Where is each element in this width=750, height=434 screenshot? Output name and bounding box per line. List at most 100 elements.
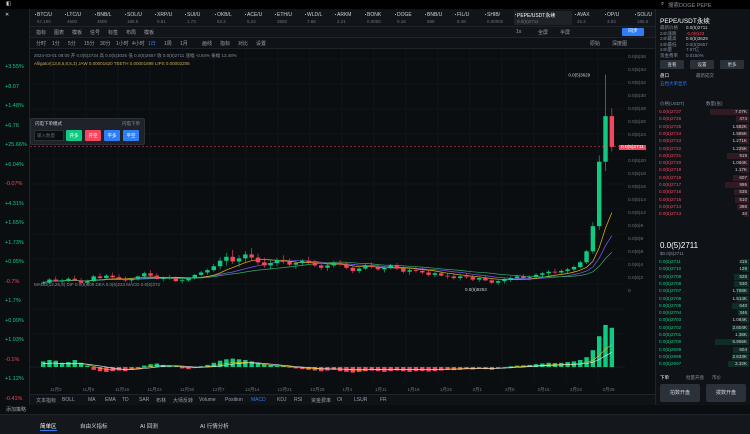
ask-row[interactable]: 0.0(5)2718 607 xyxy=(659,174,749,181)
close-long-button[interactable]: 平多 xyxy=(104,130,120,141)
timeframe-1周[interactable]: 1周 xyxy=(164,40,172,47)
ask-row[interactable]: 0.0(5)2713 34 xyxy=(659,211,749,218)
ask-row[interactable]: 0.0(5)2720 1.084K xyxy=(659,160,749,167)
indicator-tab[interactable]: LSUR xyxy=(354,397,367,403)
indicator-tab[interactable]: 文本指标 xyxy=(36,397,56,404)
window-search[interactable]: 搜索DOGE PEPE xyxy=(668,1,711,9)
draw-tool[interactable]: 画线 xyxy=(202,40,212,47)
view-mode[interactable]: 原始 xyxy=(590,40,600,47)
ask-row[interactable]: 0.0(5)2717 995 xyxy=(659,182,749,188)
bottom-tab[interactable]: 自由义指标 xyxy=(80,422,108,430)
toolbar-right-item[interactable]: 1x xyxy=(516,29,521,35)
sync-button[interactable]: 同步 xyxy=(622,28,644,36)
watchlist-change[interactable]: +1.7% xyxy=(5,298,21,304)
indicator-tab[interactable]: FR xyxy=(380,397,387,403)
bid-row[interactable]: 0.0(5)2699 604 xyxy=(659,346,749,353)
indicator-tab[interactable]: SAR xyxy=(139,397,149,403)
price-axis[interactable]: 0.0(5)36 0.0(5)34 0.0(5)32 0.0(5)30 0.0(5)28… xyxy=(619,49,655,394)
toolbar-item[interactable]: 布局 xyxy=(126,29,136,36)
watchlist-change[interactable]: +1.48% xyxy=(5,103,24,109)
candlestick-chart[interactable]: 0.0(5)3629 0.0(6)9253 11月2 11月9 11月16 11月23 11… xyxy=(30,49,625,394)
close-position-button[interactable]: 拨数开盘 xyxy=(706,384,746,402)
draw-tool[interactable]: 指标 xyxy=(220,40,230,47)
bid-row[interactable]: 0.0(5)2704 346 xyxy=(659,310,749,317)
timeframe-30分[interactable]: 30分 xyxy=(100,40,111,47)
open-short-button[interactable]: 开空 xyxy=(85,130,101,141)
ticker-item[interactable]: SOL/U 185.5 xyxy=(634,11,655,25)
ask-row[interactable]: 0.0(5)2721 919 xyxy=(659,152,749,159)
watchlist-change[interactable]: +6.04% xyxy=(5,162,24,168)
timeframe-1月[interactable]: 1月 xyxy=(180,40,188,47)
bid-row[interactable]: 0.0(5)2698 2.633K xyxy=(659,353,749,360)
indicator-tab[interactable]: MA xyxy=(88,397,96,403)
watchlist-change[interactable]: +0.99% xyxy=(5,318,24,324)
toolbar-item[interactable]: 指标 xyxy=(36,29,46,36)
ask-row[interactable]: 0.0(5)2714 386 xyxy=(659,203,749,210)
orderbook-tab[interactable]: 最新成交 xyxy=(696,73,714,79)
bid-row[interactable]: 0.0(5)2703 1.084K xyxy=(659,317,749,324)
indicator-tab[interactable]: MACD xyxy=(251,397,266,403)
quantity-input[interactable]: 输入数量 xyxy=(34,130,64,141)
open-long-button[interactable]: 开多 xyxy=(66,130,82,141)
ticker-item[interactable]: PEPE/USDT永续 0.0(5)2711 xyxy=(514,11,572,25)
order-tab[interactable]: 下单 xyxy=(660,375,669,381)
view-mode[interactable]: 深度图 xyxy=(612,40,627,47)
bid-row[interactable]: 0.0(5)2702 2.604K xyxy=(659,324,749,331)
order-tab[interactable]: 市价 xyxy=(712,375,721,381)
bottom-tab[interactable]: 简单区 xyxy=(40,422,57,431)
timeframe-1日[interactable]: 1日 xyxy=(148,40,156,47)
bid-row[interactable]: 0.0(5)2697 3.32K xyxy=(659,361,749,368)
timeframe-4小时[interactable]: 4小时 xyxy=(132,40,145,47)
popup-mode[interactable]: 闪电下单 xyxy=(122,121,140,127)
ask-row[interactable]: 0.0(5)2715 510 xyxy=(659,196,749,203)
toolbar-item[interactable]: 信号 xyxy=(90,29,100,36)
panel-button[interactable]: 更多 xyxy=(720,60,744,69)
watchlist-change[interactable]: +8.07 xyxy=(5,84,19,90)
watchlist-change[interactable]: -0.41% xyxy=(5,396,22,402)
watchlist-change[interactable]: -0.7% xyxy=(5,279,19,285)
watchlist-change[interactable]: -0.07% xyxy=(5,181,22,187)
watchlist-change[interactable]: -0.1% xyxy=(5,357,19,363)
ask-row[interactable]: 0.0(5)2725 1.582K xyxy=(659,123,749,130)
ask-row[interactable]: 0.0(5)2726 474 xyxy=(659,116,749,123)
ask-row[interactable]: 0.0(5)2727 7.07K xyxy=(659,109,749,115)
watchlist-change[interactable]: +0.95% xyxy=(5,259,24,265)
watchlist-change[interactable]: +1.73% xyxy=(5,240,24,246)
toolbar-item[interactable]: 模板 xyxy=(144,29,154,36)
indicator-tab[interactable]: EMA xyxy=(105,397,116,403)
indicator-tab[interactable]: KDJ xyxy=(277,397,286,403)
close-icon[interactable]: ✕ xyxy=(5,12,9,18)
timeframe-分时[interactable]: 分时 xyxy=(36,40,46,47)
bid-row[interactable]: 0.0(5)2710 129 xyxy=(659,266,749,273)
toolbar-right-item[interactable]: 半屏 xyxy=(560,29,570,36)
bid-row[interactable]: 0.0(5)2707 1.768K xyxy=(659,288,749,295)
timeframe-5分[interactable]: 5分 xyxy=(68,40,76,47)
toolbar-item[interactable]: 标签 xyxy=(108,29,118,36)
timeframe-1分[interactable]: 1分 xyxy=(52,40,60,47)
indicator-tab[interactable]: 布林 xyxy=(156,397,166,404)
indicator-tab[interactable]: 资金费率 xyxy=(311,397,331,404)
timeframe-1小时[interactable]: 1小时 xyxy=(116,40,129,47)
watchlist-change[interactable]: +3.55% xyxy=(5,64,24,70)
toolbar-right-item[interactable]: 全屏 xyxy=(538,29,548,36)
current-price-tag[interactable]: 0.0(5)2711 xyxy=(619,144,646,150)
indicator-tab[interactable]: 大师反转 xyxy=(173,397,193,404)
bid-row[interactable]: 0.0(5)2706 1.514K xyxy=(659,295,749,302)
indicator-tab[interactable]: BOLL xyxy=(62,397,75,403)
indicator-tab[interactable]: RSI xyxy=(294,397,302,403)
open-position-button[interactable]: 拍数开盘 xyxy=(660,384,700,402)
bottom-tab[interactable]: AI 行情分析 xyxy=(200,422,229,430)
panel-button[interactable]: 查看 xyxy=(660,60,684,69)
ask-row[interactable]: 0.0(5)2719 1.17K xyxy=(659,167,749,174)
bid-row[interactable]: 0.0(5)2711 215 xyxy=(659,259,749,265)
ask-row[interactable]: 0.0(5)2716 535 xyxy=(659,189,749,196)
indicator-tab[interactable]: Volume xyxy=(199,397,216,403)
orderbook-tab[interactable]: 盘口 xyxy=(660,73,669,79)
bid-row[interactable]: 0.0(5)2709 526 xyxy=(659,273,749,280)
bid-row[interactable]: 0.0(5)2701 1.36K xyxy=(659,332,749,338)
indicator-tab[interactable]: OI xyxy=(337,397,342,403)
watchlist-change[interactable]: +1.93% xyxy=(5,337,24,343)
close-short-button[interactable]: 平空 xyxy=(123,130,139,141)
order-tab[interactable]: 批量开盘 xyxy=(686,375,704,381)
panel-button[interactable]: 设置 xyxy=(690,60,714,69)
